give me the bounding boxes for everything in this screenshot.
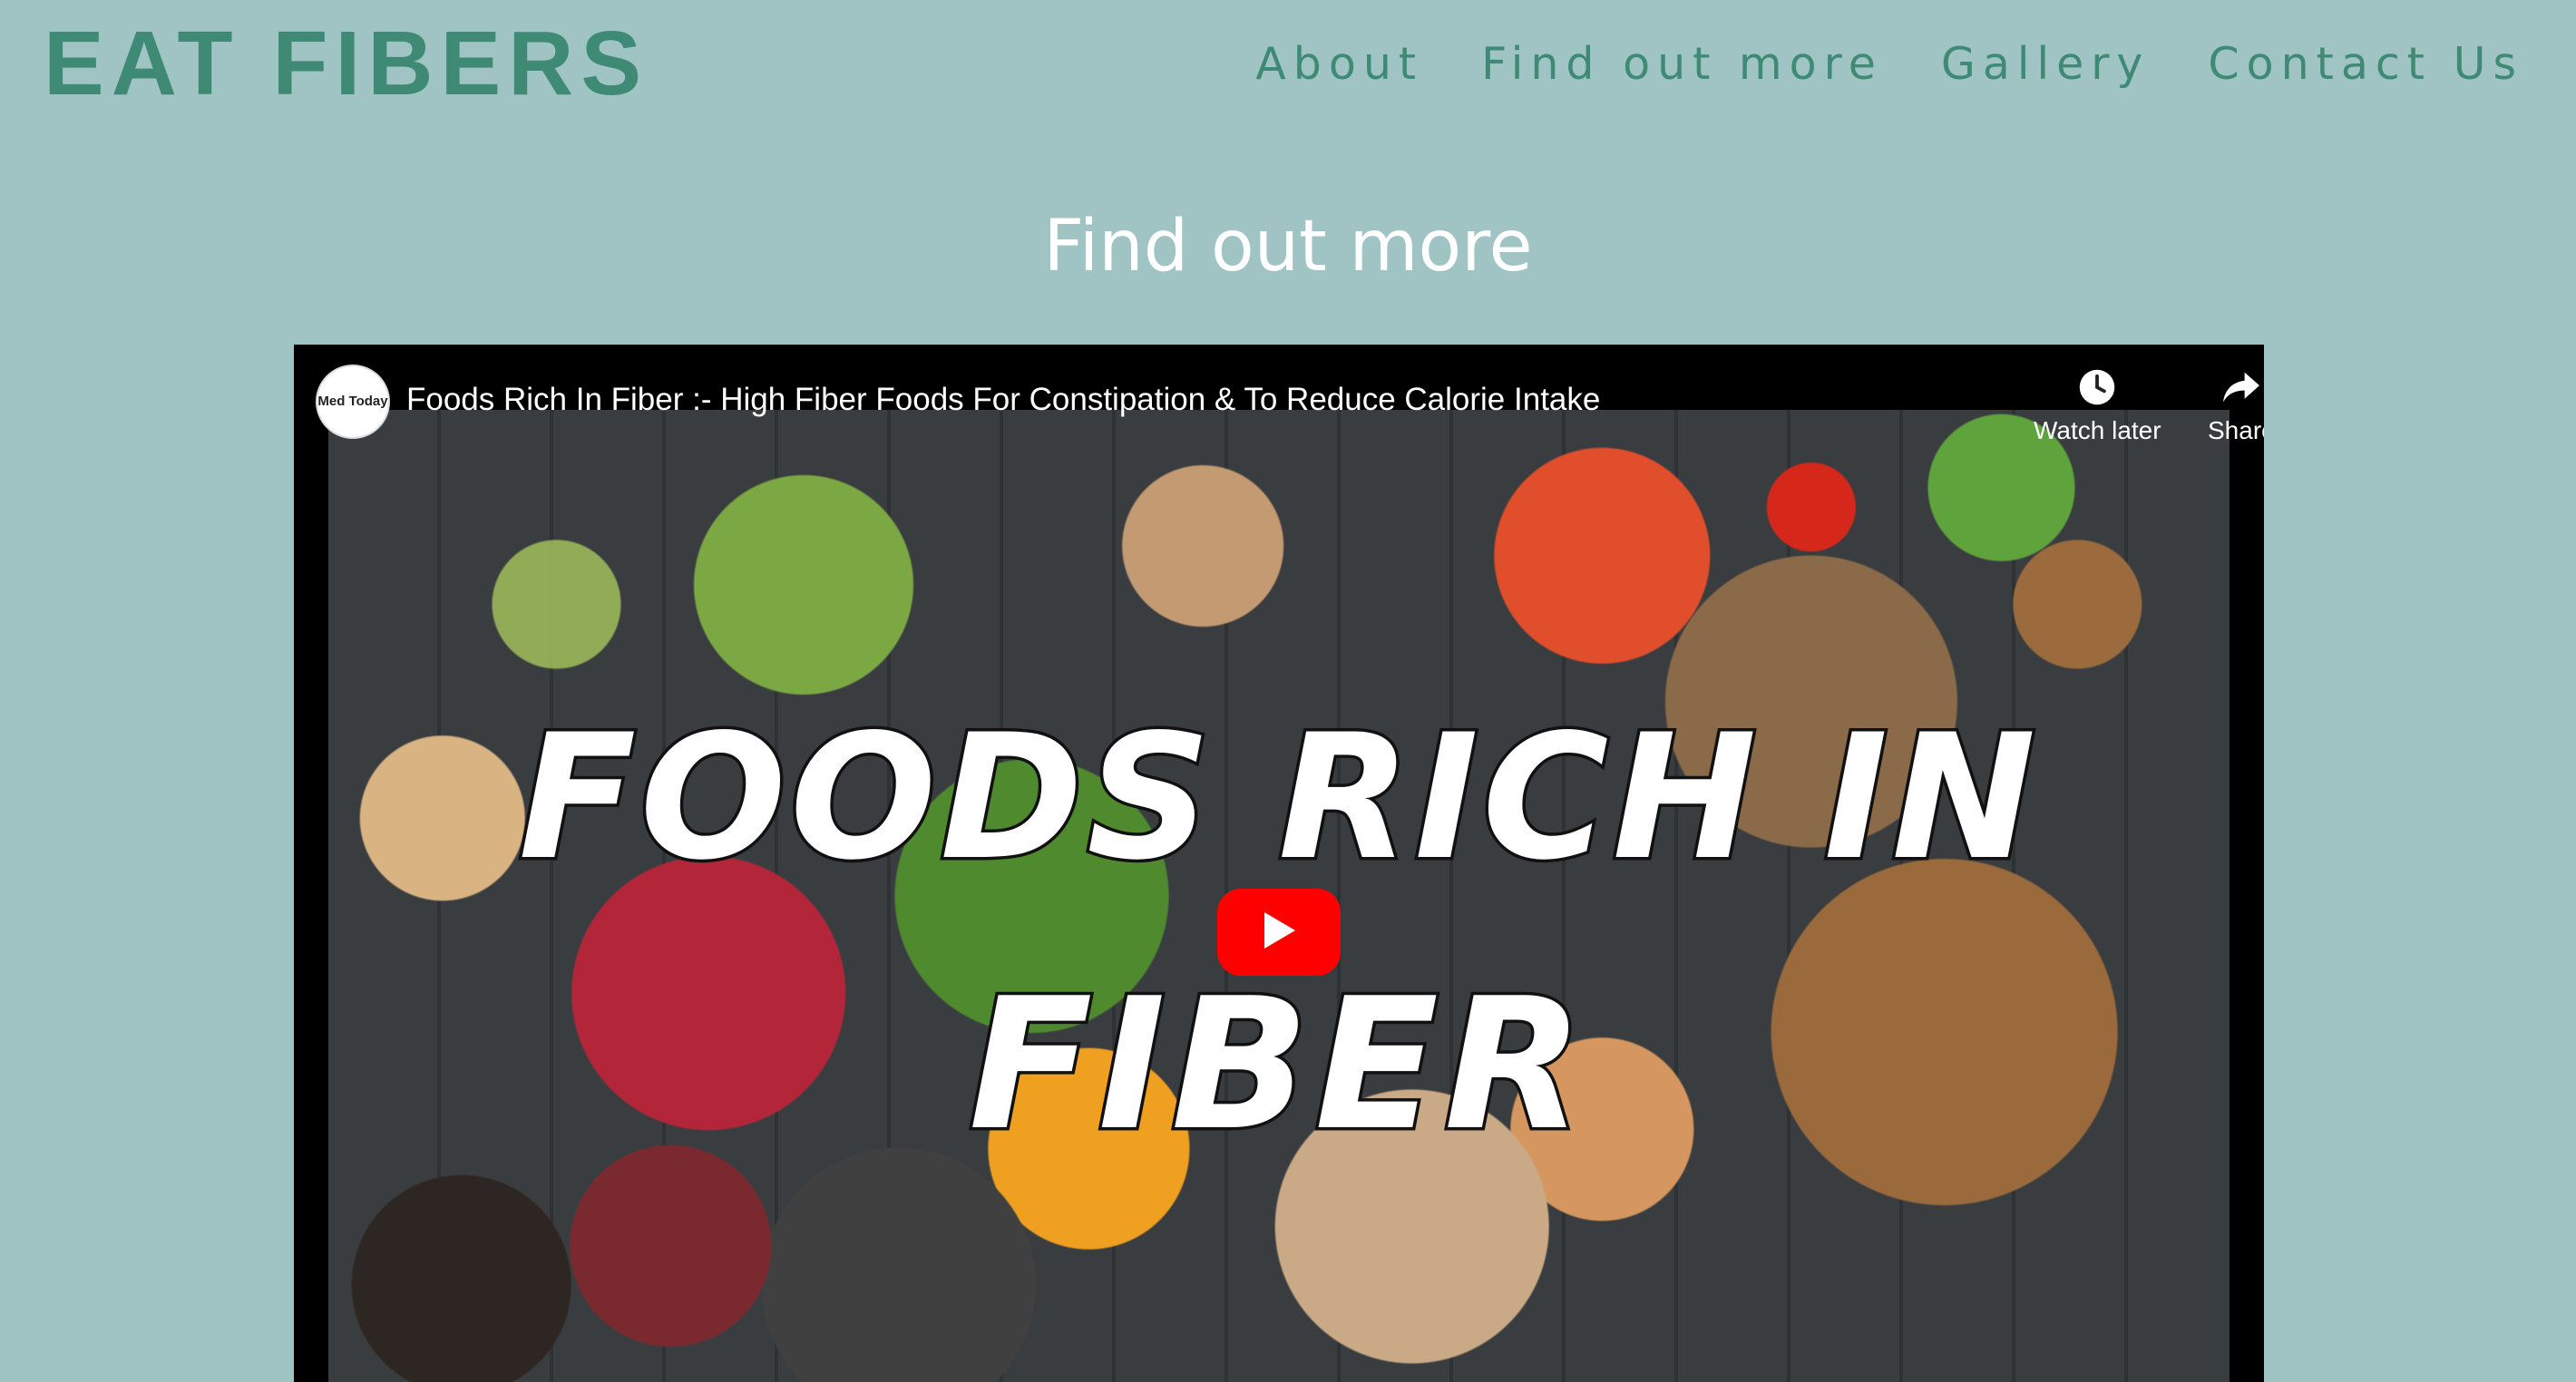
video-title[interactable]: Foods Rich In Fiber :- High Fiber Foods … (406, 379, 1600, 421)
nav-link-gallery[interactable]: Gallery (1941, 31, 2151, 98)
youtube-video-embed[interactable]: Med Today Foods Rich In Fiber :- High Fi… (294, 345, 2264, 1382)
site-header: EAT FIBERS About Find out more Gallery C… (0, 0, 2576, 136)
channel-avatar[interactable]: Med Today (316, 365, 390, 439)
play-icon (1261, 910, 1297, 954)
share-button[interactable]: Share (2208, 365, 2264, 446)
site-logo[interactable]: EAT FIBERS (44, 9, 649, 118)
nav-link-about[interactable]: About (1255, 31, 1423, 98)
section-title: Find out more (1043, 206, 1533, 287)
main-nav: About Find out more Gallery Contact Us (1255, 31, 2523, 98)
thumbnail-headline-line1: FOODS RICH IN (515, 695, 2040, 900)
thumbnail-headline-line2: FIBER (965, 958, 1590, 1173)
watch-later-label: Watch later (2034, 416, 2161, 444)
watch-later-button[interactable]: Watch later (2034, 365, 2161, 446)
channel-avatar-text: Med Today (317, 394, 388, 409)
share-label: Share (2208, 416, 2264, 444)
share-arrow-icon (2219, 365, 2264, 410)
play-button[interactable] (1217, 889, 1341, 976)
nav-link-contact-us[interactable]: Contact Us (2208, 31, 2523, 98)
clock-icon (2074, 365, 2120, 410)
nav-link-find-out-more[interactable]: Find out more (1481, 31, 1883, 98)
